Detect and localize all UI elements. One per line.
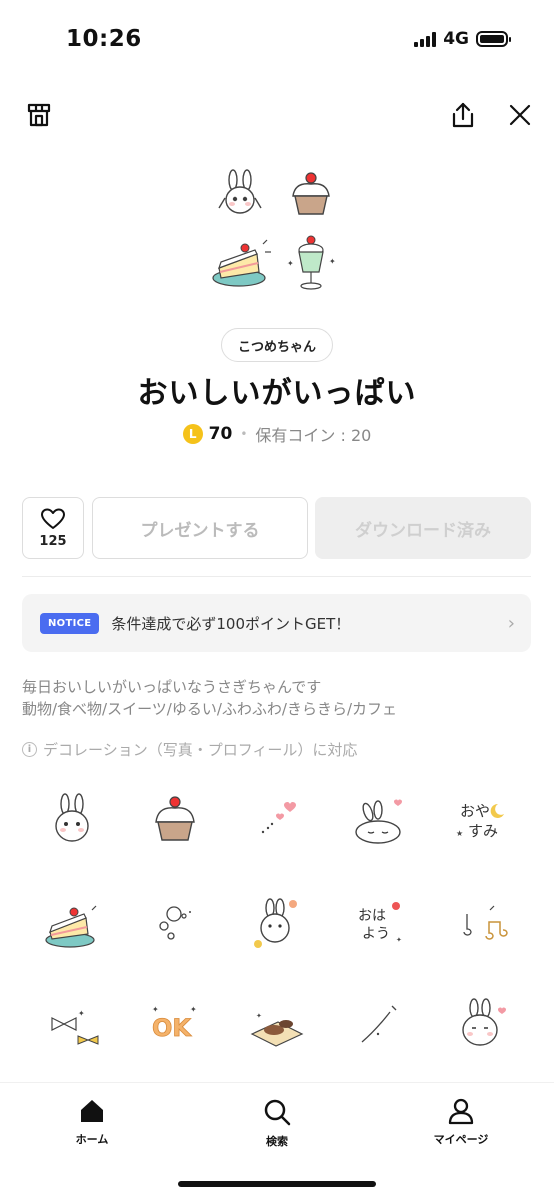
- svg-text:よう: よう: [362, 926, 390, 942]
- cupcake-sticker: [292, 172, 330, 215]
- price-value: 70: [208, 424, 233, 444]
- svg-text:✦: ✦: [329, 257, 336, 266]
- decoration-note: i デコレーション（写真・プロフィール）に対応: [22, 739, 357, 760]
- user-icon: [448, 1098, 474, 1125]
- oyasumi-sticker: おや すみ ★: [456, 802, 504, 840]
- ribbon-sparkle-sticker: ✦: [51, 1009, 99, 1045]
- sticker-item[interactable]: [22, 872, 124, 974]
- bunny-flower-sticker: [254, 898, 297, 948]
- chevron-right-icon: ›: [507, 612, 515, 634]
- page-title: おいしいがいっぱい: [137, 376, 417, 411]
- description-tags: 動物/食べ物/スイーツ/ゆるい/ふわふわ/きらきら/カフェ: [22, 700, 398, 718]
- waffle-plate-sticker: ✦: [250, 1012, 304, 1047]
- status-time: 10:26: [66, 26, 142, 52]
- tab-home[interactable]: ホーム: [37, 1097, 147, 1147]
- tab-search[interactable]: 検索: [222, 1097, 332, 1149]
- like-button[interactable]: 125: [22, 497, 84, 559]
- sticker-item[interactable]: おは よう ✦: [328, 872, 430, 974]
- description: 毎日おいしいがいっぱいなうさぎちゃんです 動物/食べ物/スイーツ/ゆるい/ふわふ…: [22, 676, 532, 720]
- sticker-item[interactable]: ✦: [226, 974, 328, 1076]
- svg-text:OK: OK: [152, 1014, 192, 1042]
- sticker-item[interactable]: [124, 872, 226, 974]
- sticker-item[interactable]: [226, 872, 328, 974]
- separator-dot: •: [240, 427, 248, 441]
- price-row: L 70 • 保有コイン : 20: [0, 422, 554, 446]
- author-link[interactable]: こつめちゃん: [220, 328, 334, 362]
- shop-icon[interactable]: [22, 98, 56, 132]
- tab-search-label: 検索: [266, 1135, 288, 1148]
- sticker-item[interactable]: OK ✦ ✦: [124, 974, 226, 1076]
- tab-mypage[interactable]: マイページ: [406, 1097, 516, 1147]
- sticker-item[interactable]: [226, 770, 328, 872]
- download-button[interactable]: ダウンロード済み: [315, 497, 531, 559]
- sticker-item[interactable]: [124, 770, 226, 872]
- cake-slice-sticker: [212, 239, 271, 287]
- decoration-note-text: デコレーション（写真・プロフィール）に対応: [43, 741, 358, 759]
- network-type: 4G: [443, 29, 469, 49]
- svg-text:✦: ✦: [152, 1005, 159, 1014]
- svg-text:おは: おは: [358, 908, 386, 924]
- divider: [22, 576, 531, 577]
- home-indicator: [178, 1181, 376, 1187]
- bunny-sticker: [218, 169, 262, 214]
- sticker-item[interactable]: [430, 872, 532, 974]
- svg-text:おや: おや: [460, 802, 490, 820]
- signal-icon: [414, 31, 437, 47]
- notice-text: 条件達成で必ず100ポイントGET！: [111, 614, 351, 633]
- share-icon[interactable]: [446, 98, 480, 132]
- status-indicators: 4G: [414, 29, 511, 49]
- sticker-pack-thumbnail: ✦ ✦: [211, 168, 345, 302]
- tab-home-label: ホーム: [75, 1133, 109, 1146]
- sticker-item[interactable]: ✦: [22, 974, 124, 1076]
- bunny-face-sticker: [55, 793, 89, 842]
- music-notes-sticker: [463, 905, 508, 940]
- tab-mypage-label: マイページ: [433, 1133, 489, 1146]
- ohayou-sticker: おは よう ✦: [358, 902, 402, 944]
- home-icon: [81, 1100, 103, 1122]
- cream-soda-sticker: ✦ ✦: [287, 235, 336, 290]
- svg-text:✦: ✦: [190, 1005, 197, 1014]
- search-icon: [264, 1099, 291, 1126]
- sticker-grid: おや すみ ★ おは よう ✦ ✦ OK ✦ ✦ ✦: [22, 770, 532, 1076]
- bubbles-sticker: [159, 906, 191, 940]
- svg-text:✦: ✦: [78, 1009, 85, 1018]
- bunny-heart-sticker: [462, 998, 506, 1046]
- svg-text:✦: ✦: [396, 936, 402, 944]
- present-button[interactable]: プレゼントする: [92, 497, 308, 559]
- sticker-item[interactable]: [328, 770, 430, 872]
- info-icon: i: [22, 742, 37, 757]
- ok-sticker: OK ✦ ✦: [152, 1005, 197, 1042]
- svg-text:すみ: すみ: [468, 822, 498, 840]
- notice-banner[interactable]: NOTICE 条件達成で必ず100ポイントGET！ ›: [22, 594, 531, 652]
- sparkle-line-sticker: [361, 1005, 397, 1043]
- like-count: 125: [39, 534, 67, 549]
- svg-text:★: ★: [456, 829, 463, 838]
- svg-text:✦: ✦: [256, 1012, 262, 1020]
- sticker-item[interactable]: [430, 974, 532, 1076]
- coin-icon: L: [182, 424, 203, 444]
- cupcake-sticker: [155, 796, 195, 841]
- heart-icon: [41, 508, 65, 529]
- sticker-item[interactable]: [328, 974, 430, 1076]
- sticker-item[interactable]: おや すみ ★: [430, 770, 532, 872]
- sticker-item[interactable]: [22, 770, 124, 872]
- svg-text:✦: ✦: [287, 259, 294, 268]
- sleeping-bunny-sticker: [355, 799, 402, 844]
- hearts-sticker: [261, 802, 296, 834]
- battery-icon: [476, 31, 511, 47]
- notice-badge: NOTICE: [40, 612, 100, 634]
- cake-slice-sticker: [45, 905, 97, 948]
- close-icon[interactable]: [503, 98, 537, 132]
- description-line: 毎日おいしいがいっぱいなうさぎちゃんです: [22, 678, 322, 696]
- owned-coins: 保有コイン : 20: [255, 426, 372, 445]
